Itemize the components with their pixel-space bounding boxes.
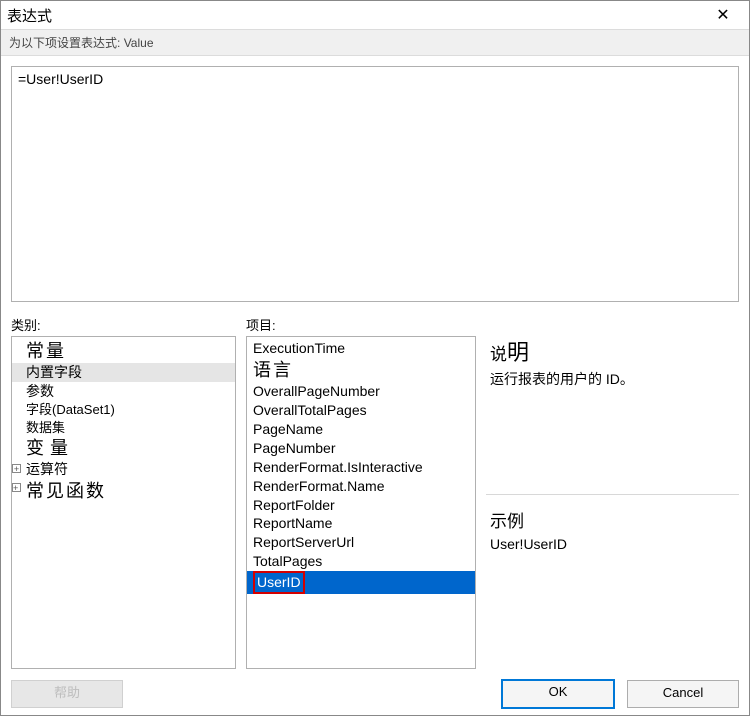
list-item[interactable]: ReportServerUrl bbox=[247, 533, 475, 552]
description-heading: 说明 bbox=[490, 336, 735, 369]
category-item-label: 参数 bbox=[26, 383, 54, 399]
list-item[interactable]: ReportName bbox=[247, 514, 475, 533]
list-item[interactable]: OverallPageNumber bbox=[247, 382, 475, 401]
dialog-window: 表达式 ✕ 为以下项设置表达式: Value =User!UserID 类别: … bbox=[0, 0, 750, 716]
expression-editor[interactable]: =User!UserID bbox=[11, 66, 739, 302]
category-item-label: 运算符 bbox=[26, 461, 68, 477]
category-item[interactable]: 变量 bbox=[12, 436, 235, 460]
category-item-label: 常量 bbox=[26, 341, 66, 361]
subheader-target: Value bbox=[124, 36, 154, 50]
help-button: 帮助 bbox=[11, 680, 123, 708]
category-item[interactable]: 内置字段 bbox=[12, 363, 235, 382]
list-item[interactable]: OverallTotalPages bbox=[247, 401, 475, 420]
list-item[interactable]: ReportFolder bbox=[247, 496, 475, 515]
middle-panels: 类别: 常量内置字段参数字段(DataSet1) 数据集变量 + 运算符 + 常见函数 项… bbox=[1, 309, 749, 669]
subheader: 为以下项设置表达式: Value bbox=[1, 30, 749, 56]
list-item[interactable]: PageName bbox=[247, 420, 475, 439]
example-body: User!UserID bbox=[490, 534, 735, 555]
close-button[interactable]: ✕ bbox=[703, 5, 743, 25]
category-item-label: 内置字段 bbox=[26, 364, 82, 380]
category-item-label: 字段(DataSet1) bbox=[26, 402, 115, 417]
items-label: 项目: bbox=[246, 315, 476, 336]
category-item[interactable]: + 常见函数 bbox=[12, 479, 235, 503]
list-item[interactable]: RenderFormat.IsInteractive bbox=[247, 458, 475, 477]
category-item[interactable]: 参数 bbox=[12, 382, 235, 401]
expand-icon[interactable]: + bbox=[12, 464, 21, 473]
dialog-footer: 帮助 OK Cancel bbox=[1, 669, 749, 715]
window-title: 表达式 bbox=[7, 5, 703, 26]
list-item-label: UserID bbox=[253, 571, 305, 594]
items-column: 项目: ExecutionTime语言OverallPageNumberOver… bbox=[246, 315, 476, 669]
list-item[interactable]: RenderFormat.Name bbox=[247, 477, 475, 496]
category-item[interactable]: 字段(DataSet1) bbox=[12, 401, 235, 419]
description-column: 说明 运行报表的用户的 ID。 示例 User!UserID bbox=[486, 315, 739, 669]
example-heading: 示例 bbox=[490, 509, 735, 535]
category-item[interactable]: 常量 bbox=[12, 339, 235, 363]
list-item[interactable]: ExecutionTime bbox=[247, 339, 475, 358]
title-bar: 表达式 ✕ bbox=[1, 1, 749, 30]
items-list[interactable]: ExecutionTime语言OverallPageNumberOverallT… bbox=[246, 336, 476, 669]
category-label: 类别: bbox=[11, 315, 236, 336]
category-item-label: 常见函数 bbox=[26, 481, 106, 501]
description-body: 运行报表的用户的 ID。 bbox=[490, 369, 735, 390]
ok-button[interactable]: OK bbox=[501, 679, 615, 709]
list-item[interactable]: TotalPages bbox=[247, 552, 475, 571]
expression-editor-wrap: =User!UserID bbox=[1, 56, 749, 309]
list-item[interactable]: UserID bbox=[247, 571, 475, 594]
list-item[interactable]: PageNumber bbox=[247, 439, 475, 458]
category-item-label: 数据集 bbox=[26, 420, 65, 435]
category-item-label: 变量 bbox=[26, 438, 74, 458]
cancel-button[interactable]: Cancel bbox=[627, 680, 739, 708]
list-item[interactable]: 语言 bbox=[247, 358, 475, 382]
expand-icon[interactable]: + bbox=[12, 483, 21, 492]
category-list[interactable]: 常量内置字段参数字段(DataSet1) 数据集变量 + 运算符 + 常见函数 bbox=[11, 336, 236, 669]
subheader-label: 为以下项设置表达式: bbox=[9, 36, 120, 50]
category-item[interactable]: + 运算符 bbox=[12, 460, 235, 479]
separator bbox=[486, 494, 739, 495]
category-item[interactable]: 数据集 bbox=[12, 419, 235, 437]
category-column: 类别: 常量内置字段参数字段(DataSet1) 数据集变量 + 运算符 + 常见函数 bbox=[11, 315, 236, 669]
